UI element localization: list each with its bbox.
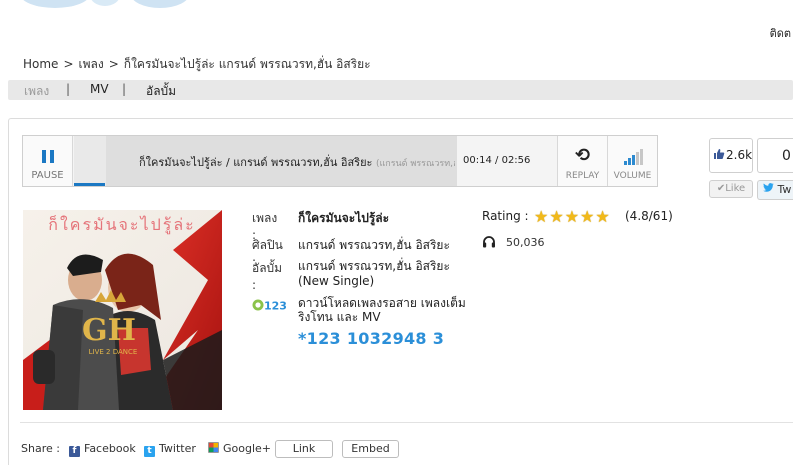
pause-button[interactable]: PAUSE xyxy=(23,136,73,186)
subnav-tab-mv[interactable]: MV xyxy=(90,82,109,96)
star-icon[interactable]: ★ xyxy=(549,207,564,226)
now-playing-title: ก็ใครมันจะไปรู้ล่ะ / แกรนด์ พรรณวรท,ฮั่น… xyxy=(139,153,455,171)
subnav-divider: | xyxy=(122,82,127,96)
tweet-counter: 0 xyxy=(757,138,793,173)
subnav-tab-album[interactable]: อัลบั้ม xyxy=(146,82,176,101)
cover-logo: GH xyxy=(82,313,136,348)
volume-bars-icon xyxy=(624,149,644,165)
album-name-line2: (New Single) xyxy=(298,274,375,288)
pause-icon xyxy=(42,150,54,163)
rating-stars[interactable]: ★★★★★ xyxy=(534,207,611,226)
promo-line1: ดาวน์โหลดเพลงรอสาย เพลงเต็ม xyxy=(298,296,466,310)
cover-title: ก็ใครมันจะไปรู้ล่ะ xyxy=(48,214,195,235)
elapsed-region xyxy=(74,136,106,186)
star-icon[interactable]: ★ xyxy=(534,207,549,226)
breadcrumb-songs[interactable]: เพลง xyxy=(79,57,104,71)
share-facebook[interactable]: f Facebook xyxy=(69,442,136,457)
rating-score: (4.8/61) xyxy=(625,209,673,223)
cover-tagline: LIVE 2 DANCE xyxy=(89,348,138,356)
like-count: 2.6k xyxy=(726,148,753,162)
promo-badge-text: 123 xyxy=(264,300,287,313)
share-facebook-label: Facebook xyxy=(84,442,136,455)
share-googleplus-label: Google+ xyxy=(223,442,272,455)
replay-icon: ⟲ xyxy=(574,145,591,166)
share-twitter[interactable]: t Twitter xyxy=(144,442,196,457)
promo-code: *123 1032948 3 xyxy=(298,329,445,348)
volume-bar xyxy=(640,149,643,165)
pause-label: PAUSE xyxy=(31,170,64,181)
breadcrumb: Home > เพลง > ก็ใครมันจะไปรู้ล่ะ แกรนด์ พรรณ… xyxy=(23,55,371,74)
facebook-like-button[interactable]: ✔Like xyxy=(709,180,753,198)
time-display: 00:14 / 02:56 xyxy=(463,155,530,166)
share-embed-button[interactable]: Embed xyxy=(342,440,399,458)
star-icon[interactable]: ★ xyxy=(565,207,580,226)
volume-label: VOLUME xyxy=(613,171,652,181)
breadcrumb-separator: > xyxy=(108,57,119,71)
subnav-tab-songs[interactable]: เพลง xyxy=(24,82,49,101)
album-name-line1: แกรนด์ พรรณวรท,ฮั่น อิสริยะ xyxy=(298,259,450,273)
googleplus-icon xyxy=(208,442,219,453)
breadcrumb-current: ก็ใครมันจะไปรู้ล่ะ แกรนด์ พรรณวรท,ฮั่น อ… xyxy=(123,57,371,71)
time-separator: / xyxy=(495,155,499,166)
rating-label: Rating : xyxy=(482,209,529,223)
play-count-value: 50,036 xyxy=(506,236,545,249)
volume-bar xyxy=(624,161,627,165)
star-icon[interactable]: ★ xyxy=(580,207,595,226)
volume-button[interactable]: VOLUME xyxy=(607,136,657,186)
star-icon[interactable]: ★ xyxy=(595,207,610,226)
song-title: ก็ใครมันจะไปรู้ล่ะ xyxy=(298,211,390,225)
facebook-icon: f xyxy=(69,446,80,457)
tweet-button-label: Tw xyxy=(777,183,792,196)
twitter-bird-icon xyxy=(763,183,778,196)
time-current: 00:14 xyxy=(463,155,492,166)
track-subtitle: (แกรนด์ พรรณวรท,ฮั xyxy=(375,159,455,169)
share-label: Share : xyxy=(21,442,60,455)
breadcrumb-separator: > xyxy=(63,57,74,71)
progress-track[interactable]: ก็ใครมันจะไปรู้ล่ะ / แกรนด์ พรรณวรท,ฮั่น… xyxy=(74,136,457,186)
like-button-label: Like xyxy=(725,183,746,194)
track-title: ก็ใครมันจะไปรู้ล่ะ / แกรนด์ พรรณวรท,ฮั่น… xyxy=(139,156,373,169)
volume-bar xyxy=(632,155,635,165)
breadcrumb-home[interactable]: Home xyxy=(23,57,58,71)
album-label: อัลบั้ม : xyxy=(252,261,283,292)
time-total: 02:56 xyxy=(501,155,531,166)
facebook-like-counter: 2.6k xyxy=(709,138,753,173)
audio-player: PAUSE ก็ใครมันจะไปรู้ล่ะ / แกรนด์ พรรณวร… xyxy=(22,135,658,187)
site-logo[interactable] xyxy=(20,0,190,8)
volume-bar xyxy=(628,158,631,165)
tweet-count: 0 xyxy=(782,148,791,164)
progress-bar[interactable] xyxy=(74,183,105,186)
ais-123-badge-icon: 123 xyxy=(252,298,288,313)
album-cover-image[interactable]: GH LIVE 2 DANCE ก็ใครมันจะไปรู้ล่ะ xyxy=(23,210,222,410)
share-googleplus[interactable]: Google+ xyxy=(208,442,271,455)
divider xyxy=(20,422,793,423)
tweet-button[interactable]: Tw xyxy=(757,180,793,200)
artist-name[interactable]: แกรนด์ พรรณวรท,ฮั่น อิสริยะ xyxy=(298,236,450,255)
share-link-button[interactable]: Link xyxy=(275,440,333,458)
album-name[interactable]: แกรนด์ พรรณวรท,ฮั่น อิสริยะ (New Single) xyxy=(298,259,450,289)
contact-link[interactable]: ติดต xyxy=(770,24,791,42)
share-twitter-label: Twitter xyxy=(159,442,196,455)
sub-navigation: เพลง | MV | อัลบั้ม xyxy=(8,80,793,100)
headphones-icon xyxy=(482,235,496,248)
replay-button[interactable]: ⟲ REPLAY xyxy=(557,136,607,186)
thumbs-up-icon xyxy=(713,148,725,160)
check-icon: ✔ xyxy=(716,183,726,194)
subnav-divider: | xyxy=(66,82,71,96)
promo-text: ดาวน์โหลดเพลงรอสาย เพลงเต็ม ริงโทน และ M… xyxy=(298,296,466,324)
twitter-icon: t xyxy=(144,446,155,457)
volume-bar xyxy=(636,152,639,165)
promo-line2: ริงโทน และ MV xyxy=(298,310,381,324)
replay-label: REPLAY xyxy=(565,171,600,181)
